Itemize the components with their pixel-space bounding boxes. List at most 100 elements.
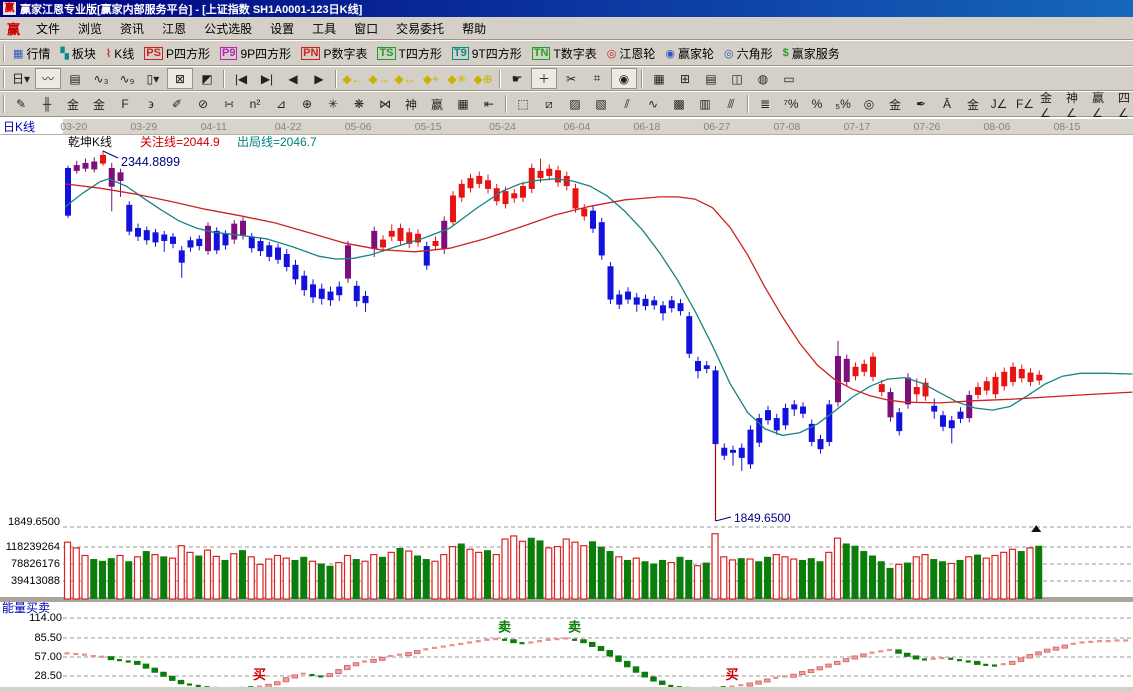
diamond-cross-button[interactable]: ◆⊕	[471, 69, 495, 89]
t-square-button[interactable]: TST四方形	[372, 43, 446, 63]
kline-button[interactable]: ⌇K线	[101, 43, 139, 63]
scissors-tool-button[interactable]: ✂	[559, 69, 583, 89]
diamond-right-button[interactable]: ◆→	[367, 69, 391, 89]
gold-angle-tool-button[interactable]: 金∠	[1039, 94, 1063, 114]
volume-axis-label: 118239264	[6, 541, 60, 553]
kline-delete-button[interactable]: ⊠	[167, 68, 193, 89]
menu-item-设置[interactable]: 设置	[261, 18, 303, 39]
gann-wheel-button[interactable]: ◎江恩轮	[602, 43, 661, 63]
pct7-tool-button[interactable]: ⁷%	[779, 94, 803, 114]
pattern-tool-button[interactable]: ⌗	[585, 69, 609, 89]
diamond-plus-button[interactable]: ◆+	[419, 69, 443, 89]
gold-line-tool-button[interactable]: 金	[883, 94, 907, 114]
red-brush-tool-button[interactable]: ✐	[165, 94, 189, 114]
grid-box-1-button[interactable]: ▨	[563, 94, 587, 114]
grid-123-tool-button[interactable]: ▦	[451, 94, 475, 114]
star-web-2-button[interactable]: ❋	[347, 94, 371, 114]
slash-tool-button[interactable]: ⫻	[719, 94, 743, 114]
width-tool-button[interactable]: ⇤	[477, 94, 501, 114]
kline-quote-tool-button[interactable]: ⋈	[373, 94, 397, 114]
four-angle-tool-button[interactable]: 四∠	[1117, 94, 1133, 114]
ruler-tool-button[interactable]: ∺	[217, 94, 241, 114]
bars-tool-button[interactable]: ≣	[753, 94, 777, 114]
f-angle-tool-button[interactable]: F∠	[1013, 94, 1037, 114]
gold-red-tool-button[interactable]: 金	[961, 94, 985, 114]
gold-grid-2-button[interactable]: 金	[87, 94, 111, 114]
p-square-button[interactable]: PSP四方形	[139, 43, 215, 63]
winner-service-icon: $	[783, 47, 789, 59]
price-low-axis-label: 1849.6500	[8, 516, 60, 528]
flat-a-tool-button[interactable]: Ā	[935, 94, 959, 114]
gann-grid-tool-button[interactable]: ╫	[35, 94, 59, 114]
calculator-button[interactable]: ⊞	[673, 69, 697, 89]
t-number-button[interactable]: TNT数字表	[527, 43, 602, 63]
winner-wheel-button[interactable]: ◉赢家轮	[660, 43, 719, 63]
zigzag-tool-button[interactable]: ∿	[641, 94, 665, 114]
save-button[interactable]: ◫	[725, 69, 749, 89]
p9-square-button[interactable]: P99P四方形	[215, 43, 296, 63]
prev-bar-button[interactable]: ◀	[281, 69, 305, 89]
menu-item-文件[interactable]: 文件	[27, 18, 69, 39]
hexagon-button[interactable]: ◎六角形	[719, 43, 778, 63]
crosshair-tool-button[interactable]: ＋	[531, 68, 557, 89]
diamond-hspan-button[interactable]: ◆↔	[393, 69, 417, 89]
hand-tool-button[interactable]: ☛	[505, 69, 529, 89]
first-bar-button[interactable]: |◀	[229, 69, 253, 89]
wave-3-button[interactable]: ∿₃	[89, 69, 113, 89]
region-box-tool-button[interactable]: ⬚	[511, 94, 535, 114]
parallel-tool-button[interactable]: ⫽	[615, 94, 639, 114]
trend-wave-button[interactable]: 〰	[35, 68, 61, 89]
gann-ge-tool-button[interactable]: ◉	[611, 68, 637, 89]
angle-tool-button[interactable]: ⊿	[269, 94, 293, 114]
compass-tool-button[interactable]: ⊘	[191, 94, 215, 114]
menu-item-江恩[interactable]: 江恩	[153, 18, 195, 39]
pct-tool-button[interactable]: %	[805, 94, 829, 114]
menu-item-帮助[interactable]: 帮助	[453, 18, 495, 39]
diamond-left-button[interactable]: ◆←	[341, 69, 365, 89]
quotes-button[interactable]: ▦行情	[8, 43, 55, 63]
color-volume-button[interactable]: ◩	[195, 69, 219, 89]
info-note-button[interactable]: ▤	[63, 69, 87, 89]
net-tool-1-button[interactable]: ▩	[667, 94, 691, 114]
next-bar-button[interactable]: ▶	[307, 69, 331, 89]
toolbar-button-label: K线	[114, 45, 134, 62]
brush-tool-button[interactable]: ✎	[9, 94, 33, 114]
wave-9-button[interactable]: ∿₉	[115, 69, 139, 89]
grid-box-2-button[interactable]: ▧	[589, 94, 613, 114]
menu-item-工具[interactable]: 工具	[303, 18, 345, 39]
menu-item-浏览[interactable]: 浏览	[69, 18, 111, 39]
calendar-button[interactable]: ▦	[647, 69, 671, 89]
gold-circle-tool-button[interactable]: ◎	[857, 94, 881, 114]
ink-tool-button[interactable]: ✒	[909, 94, 933, 114]
sectors-button[interactable]: ▚板块	[55, 43, 100, 63]
pct5-tool-button[interactable]: ₅%	[831, 94, 855, 114]
last-bar-button[interactable]: ▶|	[255, 69, 279, 89]
chart-canvas[interactable]: 03-2003-2904-1104-2205-0605-1505-2406-04…	[0, 117, 1133, 687]
web-export-button[interactable]: ◍	[751, 69, 775, 89]
menu-item-资讯[interactable]: 资讯	[111, 18, 153, 39]
notepad-button[interactable]: ▤	[699, 69, 723, 89]
star-web-1-button[interactable]: ✳	[321, 94, 345, 114]
candle-style-button[interactable]: ▯▾	[141, 69, 165, 89]
menu-item-窗口[interactable]: 窗口	[345, 18, 387, 39]
ying-tool-button[interactable]: 赢	[425, 94, 449, 114]
crosshair-circle-tool-button[interactable]: ⊕	[295, 94, 319, 114]
winner-service-button[interactable]: $赢家服务	[778, 43, 845, 63]
n2-tool-button[interactable]: n²	[243, 94, 267, 114]
print-button[interactable]: ▭	[777, 69, 801, 89]
shen-angle-tool-button[interactable]: 神∠	[1065, 94, 1089, 114]
j-angle-tool-button[interactable]: J∠	[987, 94, 1011, 114]
menu-item-交易委托[interactable]: 交易委托	[387, 18, 453, 39]
net-tool-2-button[interactable]: ▥	[693, 94, 717, 114]
t9-square-button[interactable]: T99T四方形	[447, 43, 527, 63]
shen-tool-button[interactable]: 神	[399, 94, 423, 114]
diamond-star-button[interactable]: ◆✳	[445, 69, 469, 89]
f-grid-tool-button[interactable]: F	[113, 94, 137, 114]
ying-angle-tool-button[interactable]: 赢∠	[1091, 94, 1115, 114]
gold-grid-1-button[interactable]: 金	[61, 94, 85, 114]
p-number-button[interactable]: PNP数字表	[296, 43, 372, 63]
fan-lines-tool-button[interactable]: ⧄	[537, 94, 561, 114]
period-day-button[interactable]: 日▾	[9, 69, 33, 89]
menu-item-公式选股[interactable]: 公式选股	[195, 18, 261, 39]
spiral-tool-button[interactable]: ϶	[139, 94, 163, 114]
